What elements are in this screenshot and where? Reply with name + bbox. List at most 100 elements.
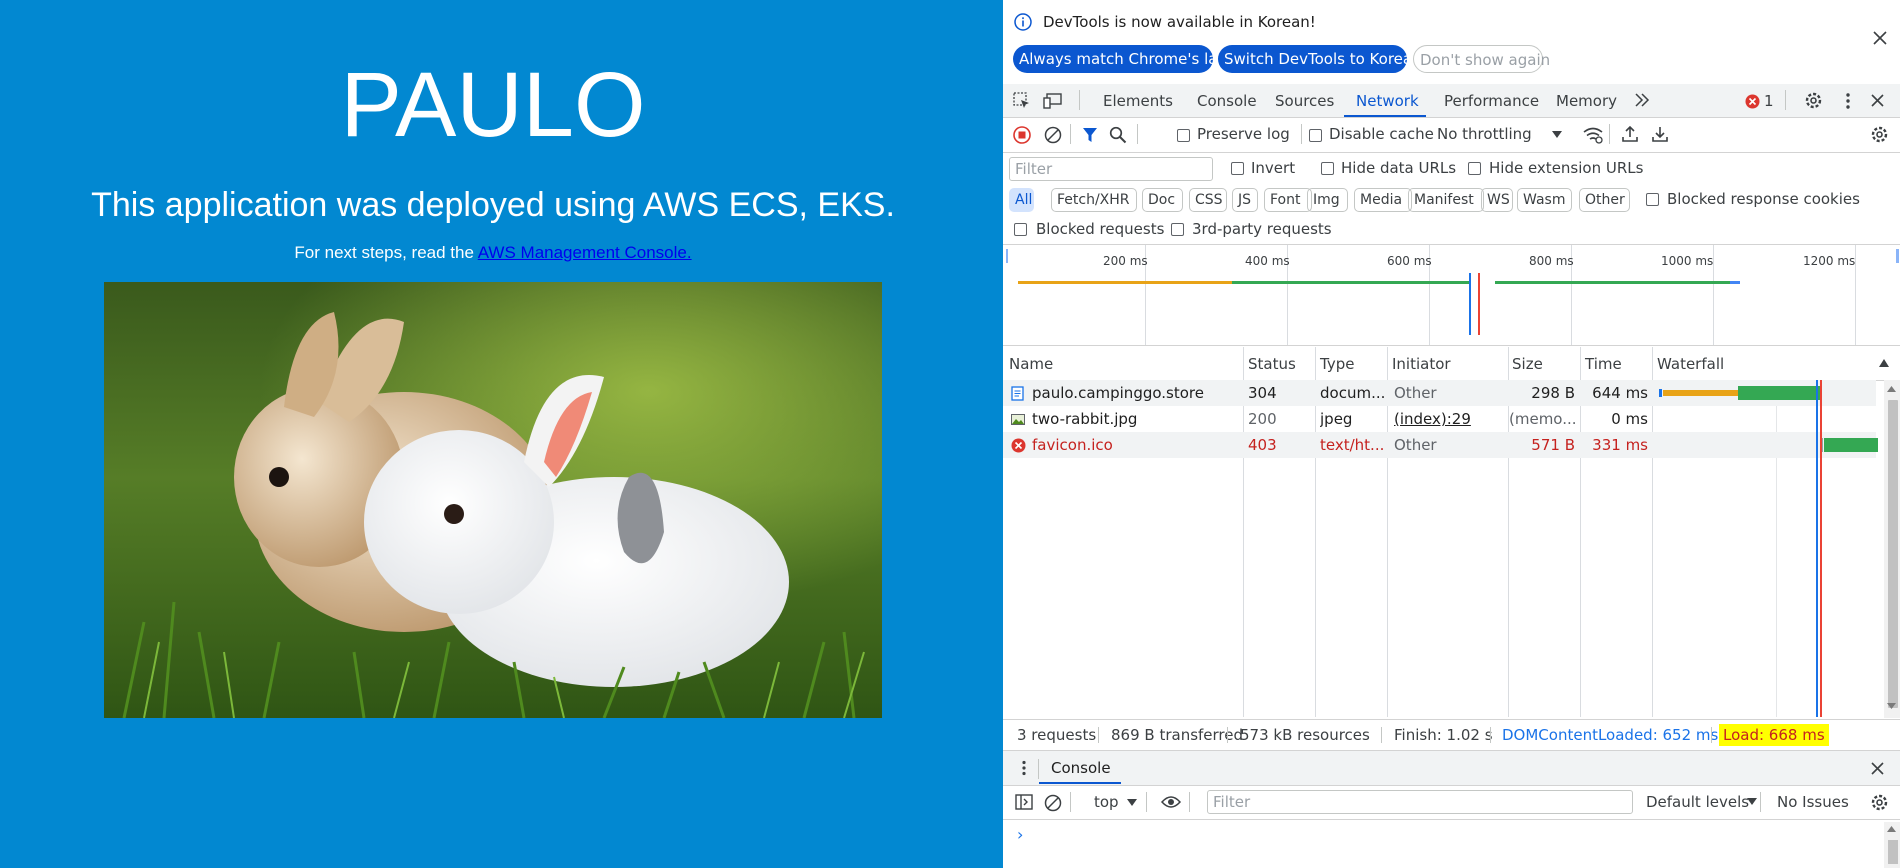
network-overview-timeline[interactable]: 200 ms 400 ms 600 ms 800 ms 1000 ms 1200…	[1003, 245, 1900, 346]
row-status: 200	[1248, 410, 1277, 428]
network-settings-gear-icon[interactable]	[1870, 125, 1889, 144]
preserve-log-checkbox[interactable]	[1177, 129, 1190, 142]
scrollbar-thumb[interactable]	[1888, 400, 1898, 708]
inspect-element-icon[interactable]	[1013, 92, 1031, 110]
disable-cache-checkbox[interactable]	[1309, 129, 1322, 142]
log-levels-select[interactable]: Default levels	[1646, 793, 1749, 811]
drawer-menu-icon[interactable]	[1021, 760, 1027, 776]
table-row[interactable]: paulo.campinggo.store 304 docum... Other…	[1003, 380, 1876, 406]
summary-divider	[1098, 727, 1099, 743]
col-status[interactable]: Status	[1248, 355, 1296, 373]
switch-to-korean-button[interactable]: Switch DevTools to Korean	[1218, 45, 1422, 73]
tab-memory[interactable]: Memory	[1556, 92, 1617, 110]
tabbar-divider-right	[1785, 90, 1786, 110]
console-prompt[interactable]: ›	[1017, 825, 1023, 844]
clear-icon[interactable]	[1044, 126, 1062, 144]
requests-table-header: Name Status Type Initiator Size Time Wat…	[1003, 347, 1900, 381]
col-type[interactable]: Type	[1320, 355, 1354, 373]
issues-count[interactable]: No Issues	[1777, 793, 1849, 811]
row-initiator: Other	[1394, 436, 1437, 454]
rabbits-photo	[104, 282, 882, 718]
filter-chip-media[interactable]: Media	[1354, 188, 1412, 212]
tab-sources[interactable]: Sources	[1275, 92, 1334, 110]
filter-chip-other[interactable]: Other	[1579, 188, 1630, 212]
table-row[interactable]: favicon.ico 403 text/ht... Other 571 B 3…	[1003, 432, 1878, 458]
network-conditions-icon[interactable]	[1582, 126, 1604, 144]
live-expression-eye-icon[interactable]	[1161, 795, 1181, 809]
filter-chip-doc[interactable]: Doc	[1142, 188, 1183, 212]
invert-checkbox[interactable]	[1231, 162, 1244, 175]
export-har-icon[interactable]	[1651, 125, 1669, 143]
console-filter-placeholder: Filter	[1213, 793, 1251, 811]
dont-show-again-button[interactable]: Don't show again	[1413, 45, 1550, 73]
console-filter-input[interactable]: Filter	[1207, 790, 1633, 814]
console-settings-gear-icon[interactable]	[1870, 793, 1889, 812]
filter-chip-js[interactable]: JS	[1232, 188, 1258, 212]
console-drawer-header: Console	[1003, 751, 1900, 786]
hide-extension-urls-checkbox[interactable]	[1468, 162, 1481, 175]
row-initiator-link[interactable]: (index):29	[1394, 410, 1471, 428]
more-tabs-chevron-icon[interactable]	[1634, 93, 1650, 107]
blocked-response-cookies-checkbox[interactable]	[1646, 193, 1659, 206]
throttling-select[interactable]: No throttling	[1437, 125, 1532, 143]
col-time[interactable]: Time	[1585, 355, 1622, 373]
more-options-icon[interactable]	[1845, 92, 1851, 110]
infobar-close-icon[interactable]	[1873, 31, 1887, 45]
col-initiator[interactable]: Initiator	[1392, 355, 1451, 373]
row-type: text/ht...	[1320, 436, 1384, 454]
document-icon	[1011, 386, 1024, 401]
close-drawer-icon[interactable]	[1871, 762, 1884, 775]
context-select[interactable]: top	[1094, 793, 1119, 811]
toolbar-divider	[1070, 124, 1071, 144]
filter-funnel-icon[interactable]	[1082, 127, 1098, 143]
scroll-down-icon[interactable]	[1887, 703, 1896, 709]
drawer-tab-console[interactable]: Console	[1051, 759, 1111, 777]
tab-console[interactable]: Console	[1197, 92, 1257, 110]
throttling-dropdown-icon[interactable]	[1552, 131, 1562, 138]
filter-chip-manifest[interactable]: Manifest	[1408, 188, 1484, 212]
filter-chip-css[interactable]: CSS	[1189, 188, 1227, 212]
overview-left-handle[interactable]	[1006, 249, 1008, 263]
error-count[interactable]: 1	[1764, 92, 1774, 110]
summary-divider	[1381, 727, 1382, 743]
col-name[interactable]: Name	[1009, 355, 1053, 373]
filter-chip-fetch-xhr[interactable]: Fetch/XHR	[1051, 188, 1137, 212]
tab-performance[interactable]: Performance	[1444, 92, 1539, 110]
tab-network[interactable]: Network	[1356, 92, 1419, 110]
table-row[interactable]: two-rabbit.jpg 200 jpeg (index):29 (memo…	[1003, 406, 1876, 432]
hide-data-urls-label: Hide data URLs	[1341, 159, 1457, 177]
third-party-requests-checkbox[interactable]	[1171, 223, 1184, 236]
stop-recording-icon[interactable]	[1013, 126, 1031, 144]
row-time: 331 ms	[1592, 436, 1648, 454]
filter-chip-font[interactable]: Font	[1264, 188, 1312, 212]
blocked-requests-checkbox[interactable]	[1014, 223, 1027, 236]
sort-ascending-icon[interactable]	[1879, 359, 1889, 367]
settings-gear-icon[interactable]	[1804, 91, 1823, 110]
log-levels-dropdown-icon[interactable]	[1747, 798, 1757, 805]
context-dropdown-icon[interactable]	[1127, 799, 1137, 806]
aws-console-link[interactable]: AWS Management Console.	[478, 243, 692, 262]
filter-chip-img[interactable]: Img	[1307, 188, 1348, 212]
waterfall-download-bar	[1824, 438, 1878, 452]
col-waterfall[interactable]: Waterfall	[1657, 355, 1724, 373]
filter-input[interactable]: Filter	[1009, 157, 1213, 181]
import-har-icon[interactable]	[1621, 125, 1639, 143]
overview-right-handle[interactable]	[1896, 249, 1899, 263]
filter-chip-all[interactable]: All	[1009, 188, 1034, 212]
console-scrollbar-thumb[interactable]	[1888, 840, 1898, 864]
filter-chip-ws[interactable]: WS	[1481, 188, 1513, 212]
close-devtools-icon[interactable]	[1871, 94, 1884, 107]
hide-data-urls-checkbox[interactable]	[1321, 162, 1334, 175]
tab-elements[interactable]: Elements	[1103, 92, 1173, 110]
search-icon[interactable]	[1109, 126, 1127, 144]
summary-load-highlighted: Load: 668 ms	[1719, 724, 1829, 746]
col-size[interactable]: Size	[1512, 355, 1543, 373]
filter-chip-wasm[interactable]: Wasm	[1517, 188, 1572, 212]
console-sidebar-icon[interactable]	[1015, 794, 1033, 810]
always-match-language-button[interactable]: Always match Chrome's language	[1013, 45, 1274, 73]
console-clear-icon[interactable]	[1044, 794, 1062, 812]
device-toolbar-icon[interactable]	[1043, 92, 1063, 110]
console-scroll-up-icon[interactable]	[1887, 826, 1896, 832]
scroll-up-icon[interactable]	[1887, 386, 1896, 392]
error-badge-icon[interactable]	[1745, 94, 1760, 109]
